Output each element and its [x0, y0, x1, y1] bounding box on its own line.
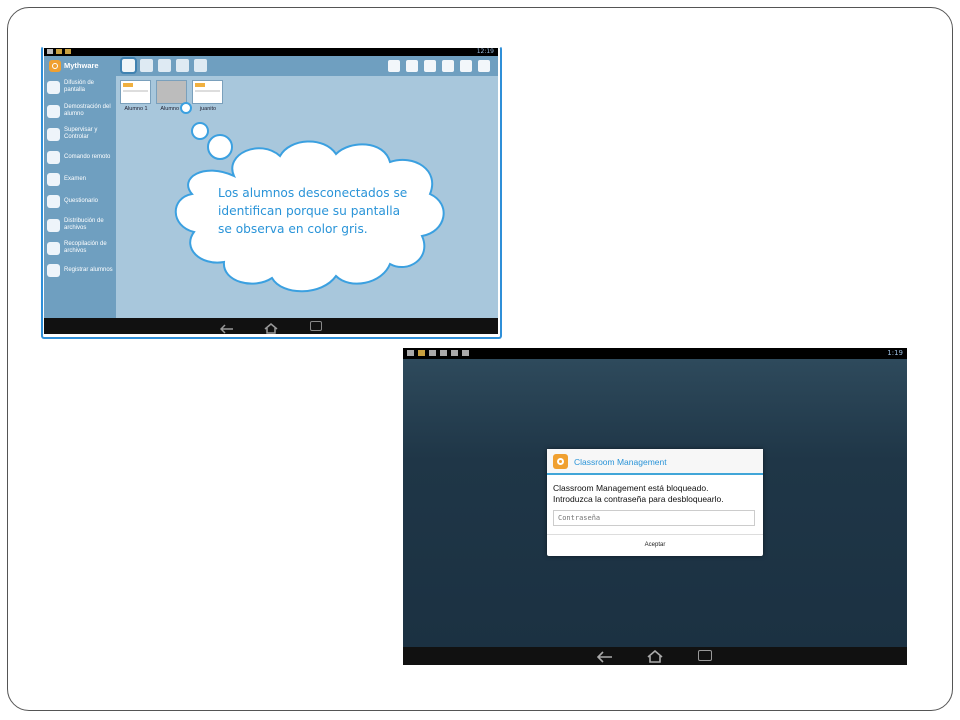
dialog-title: Classroom Management [574, 457, 667, 467]
screen-broadcast-icon [47, 80, 60, 94]
monitor-icon[interactable] [406, 60, 418, 72]
recent-apps-icon[interactable] [698, 650, 712, 661]
mythware-logo-icon [49, 60, 61, 72]
student-name: Alumno 1 [124, 106, 148, 112]
callout-text: Los alumnos desconectados se identifican… [218, 184, 428, 238]
navigation-bar [403, 647, 907, 665]
sidebar-item-label: Questionario [64, 198, 99, 204]
dialog-message-line: Classroom Management está bloqueado. [553, 483, 709, 493]
unlock-dialog: Classroom Management Classroom Managemen… [547, 449, 763, 556]
sidebar-item-examen[interactable]: Examen [47, 173, 115, 186]
remote-command-icon [47, 151, 60, 164]
sidebar-item-label: Distribución de archivos [64, 218, 104, 231]
chat-icon[interactable] [424, 60, 436, 72]
app-name: Mythware [64, 61, 99, 70]
notification-icons [407, 350, 469, 356]
sidebar-item-demostracion[interactable]: Demostración del alumno [47, 104, 115, 118]
sidebar-item-comando[interactable]: Comando remoto [47, 151, 115, 164]
dialog-message-line: Introduzca la contraseña para desbloquea… [553, 494, 724, 504]
fullscreen-icon[interactable] [460, 60, 472, 72]
status-clock: 12:19 [476, 48, 494, 55]
sidebar-item-label: Difusión de pantalla [64, 80, 95, 93]
sidebar-item-registrar[interactable]: Registrar alumnos [47, 264, 115, 277]
status-clock: 1:19 [887, 349, 903, 357]
home-icon[interactable] [264, 321, 278, 334]
list-view-icon[interactable] [140, 59, 153, 72]
group-view-icon[interactable] [158, 59, 171, 72]
status-bar: 1:19 [403, 348, 907, 359]
classroom-management-logo-icon [553, 454, 568, 469]
sidebar-item-label: Supervisar y Controlar [64, 127, 98, 140]
exam-icon [47, 173, 60, 186]
questionnaire-icon [47, 195, 60, 208]
status-bar: 12:19 [44, 48, 498, 56]
broadcast-icon[interactable] [388, 60, 400, 72]
dialog-header: Classroom Management [547, 449, 763, 475]
refresh-icon[interactable] [194, 59, 207, 72]
accept-button[interactable]: Aceptar [547, 535, 763, 556]
callout-line: Los alumnos desconectados se [218, 186, 408, 200]
callout-line: identifican porque su pantalla [218, 204, 401, 218]
register-students-icon [47, 264, 60, 277]
sidebar: Difusión de pantalla Demostración del al… [44, 76, 116, 318]
notification-icons [47, 49, 71, 54]
back-icon[interactable] [219, 321, 233, 334]
sidebar-item-supervisar[interactable]: Supervisar y Controlar [47, 127, 115, 141]
home-icon[interactable] [647, 649, 663, 663]
back-icon[interactable] [596, 650, 612, 663]
sidebar-item-label: Recopilación de archivos [64, 241, 107, 254]
dialog-message: Classroom Management está bloqueado. Int… [553, 483, 759, 505]
sidebar-item-label: Demostración del alumno [64, 104, 111, 117]
student-demo-icon [47, 104, 60, 118]
student-thumbnail-alumno-1[interactable] [120, 80, 151, 104]
navigation-bar [44, 318, 498, 334]
sidebar-item-distribucion[interactable]: Distribución de archivos [47, 218, 115, 232]
sidebar-item-difusion[interactable]: Difusión de pantalla [47, 80, 115, 94]
app-toolbar: Mythware [44, 56, 498, 76]
file-collection-icon [47, 241, 60, 255]
recent-apps-icon[interactable] [310, 321, 322, 331]
sidebar-item-recopilacion[interactable]: Recopilación de archivos [47, 241, 115, 255]
sidebar-item-label: Comando remoto [64, 154, 111, 160]
thumbnail-view-icon[interactable] [120, 57, 137, 74]
monitor-control-icon [47, 127, 60, 141]
save-icon[interactable] [176, 59, 189, 72]
file-distribution-icon [47, 218, 60, 232]
sidebar-item-label: Examen [64, 176, 87, 182]
sidebar-item-questionario[interactable]: Questionario [47, 195, 115, 208]
settings-icon[interactable] [478, 60, 490, 72]
student-lock-screenshot: 1:19 Classroom Management Classroom Mana… [403, 348, 907, 665]
message-icon[interactable] [442, 60, 454, 72]
callout-line: se observa en color gris. [218, 222, 368, 236]
sidebar-item-label: Registrar alumnos [64, 267, 113, 273]
password-input[interactable] [553, 510, 755, 526]
